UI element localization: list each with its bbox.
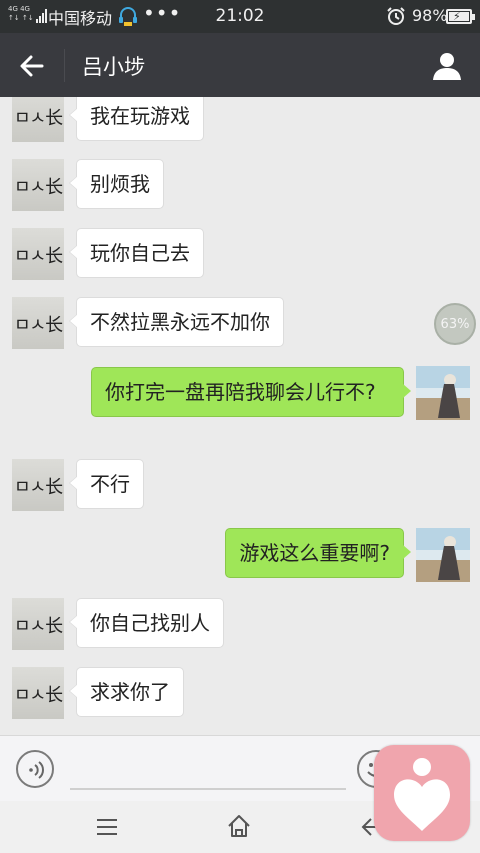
contact-avatar[interactable]: ㅁㅅ长 (12, 228, 64, 280)
incoming-bubble[interactable]: 我在玩游戏 (69, 97, 204, 141)
battery-percentage: 98% (412, 6, 448, 25)
chat-header: 吕小埗 (0, 33, 480, 97)
contact-avatar[interactable]: ㅁㅅ长 (12, 459, 64, 511)
contact-avatar[interactable]: ㅁㅅ长 (12, 667, 64, 719)
incoming-bubble[interactable]: 求求你了 (69, 667, 184, 717)
floating-app-button[interactable] (374, 745, 470, 841)
menu-icon[interactable] (95, 816, 119, 838)
contact-avatar[interactable]: ㅁㅅ长 (12, 97, 64, 142)
incoming-bubble[interactable]: 不然拉黑永远不加你 (69, 297, 284, 347)
incoming-bubble[interactable]: 别烦我 (69, 159, 164, 209)
header-divider (64, 49, 65, 82)
incoming-bubble[interactable]: 玩你自己去 (69, 228, 204, 278)
heart-icon (394, 758, 450, 831)
back-arrow-icon[interactable] (18, 52, 46, 80)
status-bar: 4G 4G ↑↓ ↑↓ 中国移动 ••• 21:02 98% ⚡ (0, 0, 480, 33)
voice-button[interactable] (16, 750, 54, 788)
incoming-bubble[interactable]: 你自己找别人 (69, 598, 224, 648)
progress-badge[interactable]: 63% (434, 303, 476, 345)
home-icon[interactable] (226, 813, 252, 839)
voice-icon (29, 761, 44, 779)
contact-avatar[interactable]: ㅁㅅ长 (12, 598, 64, 650)
contact-name: 吕小埗 (82, 55, 145, 79)
alarm-icon (387, 7, 405, 25)
message-input[interactable] (70, 750, 346, 790)
incoming-bubble[interactable]: 不行 (69, 459, 144, 509)
outgoing-bubble[interactable]: 你打完一盘再陪我聊会儿行不? (91, 367, 411, 417)
user-avatar[interactable] (416, 528, 470, 582)
user-avatar[interactable] (416, 366, 470, 420)
battery-icon: ⚡ (446, 9, 475, 24)
user-avatar-image (416, 366, 470, 420)
user-avatar-image (416, 528, 470, 582)
outgoing-bubble[interactable]: 游戏这么重要啊? (225, 528, 411, 578)
contact-avatar[interactable]: ㅁㅅ长 (12, 159, 64, 211)
clock: 21:02 (215, 6, 265, 26)
message-list[interactable]: ㅁㅅ长 我在玩游戏 ㅁㅅ长 别烦我 ㅁㅅ长 玩你自己去 ㅁㅅ长 不然拉黑永远不加… (0, 97, 480, 735)
person-icon[interactable] (432, 51, 462, 81)
contact-avatar[interactable]: ㅁㅅ长 (12, 297, 64, 349)
